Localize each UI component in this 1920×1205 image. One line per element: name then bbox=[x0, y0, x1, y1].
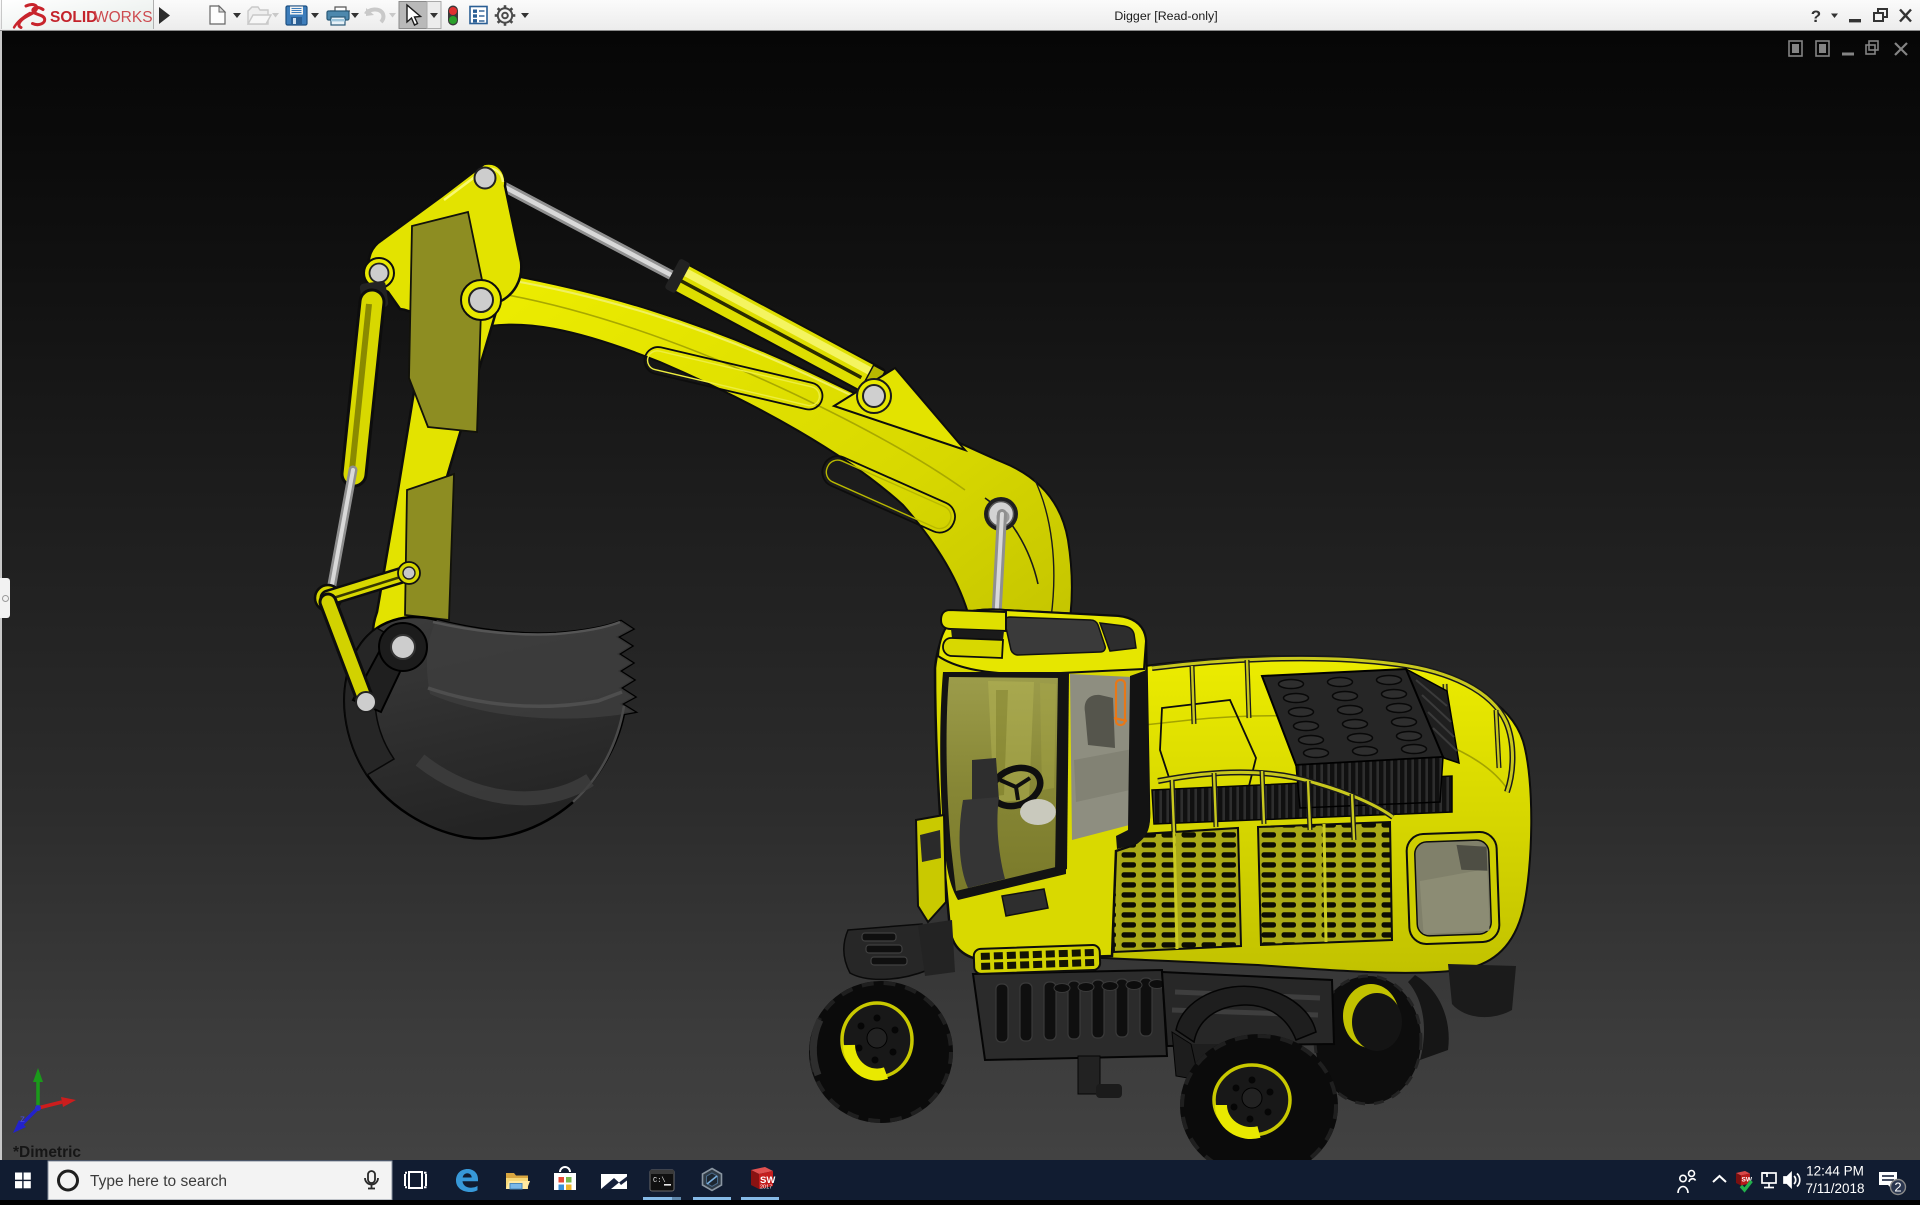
svg-text:2017: 2017 bbox=[760, 1185, 772, 1191]
svg-text:Digger [Read-only]: Digger [Read-only] bbox=[1114, 9, 1217, 23]
svg-text:12:44 PM: 12:44 PM bbox=[1806, 1164, 1864, 1179]
svg-text:2: 2 bbox=[1894, 1180, 1901, 1195]
svg-text:SOLID: SOLID bbox=[50, 9, 97, 26]
svg-text:?: ? bbox=[1811, 7, 1821, 26]
svg-text:7/11/2018: 7/11/2018 bbox=[1805, 1181, 1864, 1196]
svg-text:Type here to search: Type here to search bbox=[90, 1173, 227, 1190]
svg-text:*Dimetric: *Dimetric bbox=[13, 1144, 81, 1161]
svg-text:WORKS: WORKS bbox=[94, 9, 153, 26]
svg-text:z: z bbox=[20, 1114, 25, 1125]
svg-text:C:\: C:\ bbox=[653, 1177, 666, 1185]
